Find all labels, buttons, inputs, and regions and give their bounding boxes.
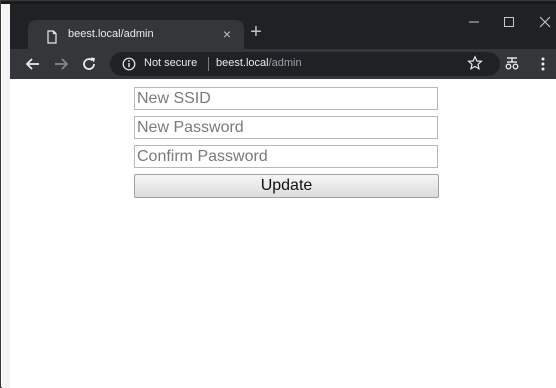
forward-arrow-icon[interactable] — [52, 55, 70, 73]
left-edge-strip — [2, 4, 10, 388]
update-button[interactable]: Update — [134, 174, 439, 198]
url-path: /admin — [268, 57, 302, 69]
info-icon[interactable] — [122, 57, 136, 71]
star-icon[interactable] — [467, 55, 483, 71]
tab-close-icon[interactable]: × — [218, 25, 236, 43]
ssid-input[interactable] — [134, 87, 438, 110]
extension-icon[interactable] — [504, 55, 520, 71]
new-tab-icon[interactable]: + — [246, 22, 266, 42]
menu-icon[interactable] — [536, 55, 550, 73]
maximize-icon[interactable] — [492, 8, 526, 36]
browser-window: beest.local/admin × + Not secure beest.l… — [0, 0, 556, 388]
address-separator — [208, 57, 209, 71]
page-icon — [47, 30, 57, 44]
page-content: Update — [10, 79, 556, 388]
title-bar: beest.local/admin × + — [10, 4, 556, 53]
close-icon[interactable] — [528, 8, 556, 36]
url-text[interactable]: beest.local/admin — [216, 57, 302, 69]
security-label[interactable]: Not secure — [144, 57, 197, 69]
minimize-icon[interactable] — [457, 8, 491, 36]
reload-icon[interactable] — [80, 55, 98, 73]
new-password-input[interactable] — [134, 116, 438, 139]
tab-title: beest.local/admin — [68, 28, 154, 40]
address-bar[interactable]: Not secure beest.local/admin — [110, 52, 500, 76]
confirm-password-input[interactable] — [134, 145, 438, 168]
browser-toolbar: Not secure beest.local/admin — [10, 49, 556, 79]
url-host: beest.local — [216, 57, 269, 69]
back-arrow-icon[interactable] — [24, 55, 42, 73]
